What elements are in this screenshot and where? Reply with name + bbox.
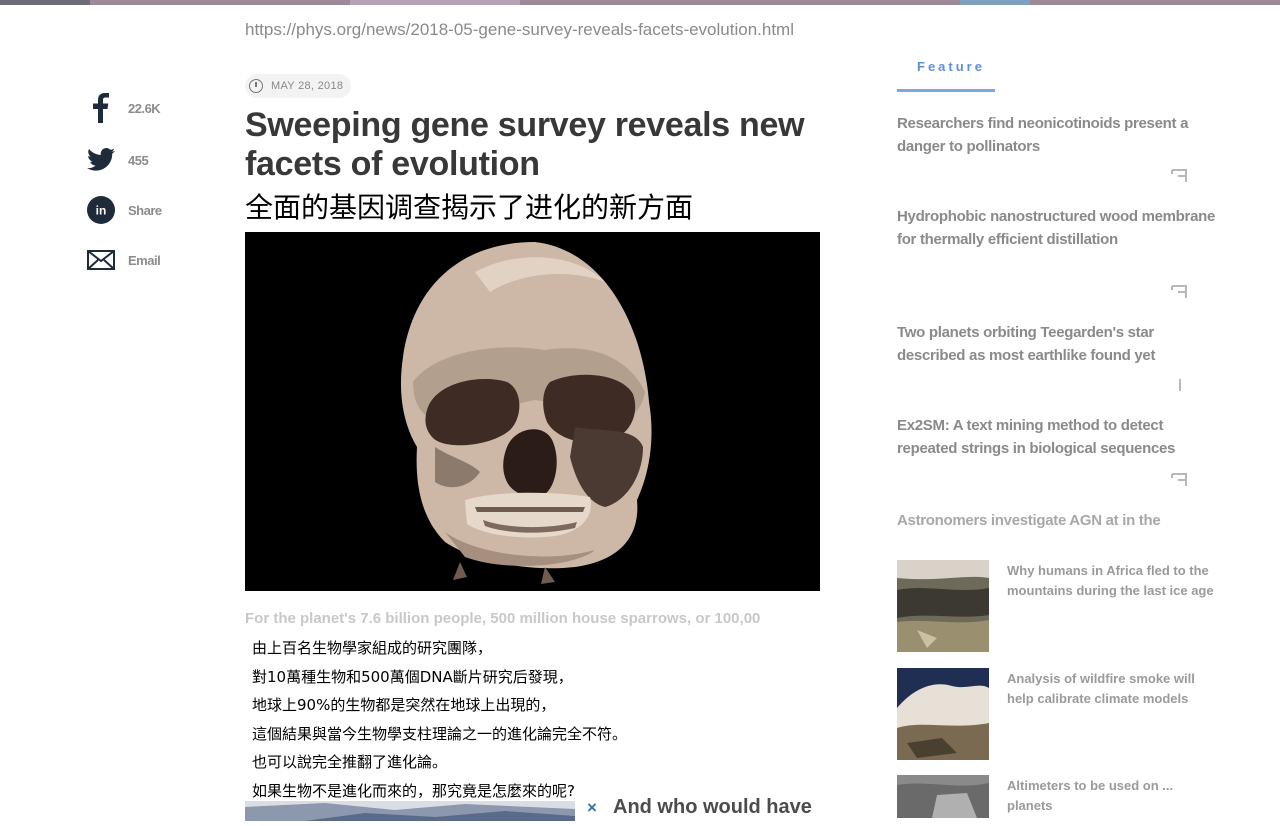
thumbnail-title[interactable]: Altimeters to be used on ... planets <box>1007 776 1217 816</box>
thumbnail-title[interactable]: Analysis of wildfire smoke will help cal… <box>1007 669 1217 709</box>
twitter-count: 455 <box>128 152 149 168</box>
url-text[interactable]: https://phys.org/news/2018-05-gene-surve… <box>245 20 794 40</box>
date-text: MAY 28, 2018 <box>271 80 344 92</box>
chinese-overlay-text: 由上百名生物學家組成的研究團隊， 對10萬種生物和500萬個DNA斷片研究后發現… <box>252 634 627 805</box>
tab-strip-segment <box>350 0 520 5</box>
bookmark-icon[interactable] <box>1170 472 1190 488</box>
image-caption: For the planet's 7.6 billion people, 500… <box>245 610 761 627</box>
linkedin-icon: in <box>86 195 116 225</box>
overlay-line: 也可以說完全推翻了進化論。 <box>252 753 448 771</box>
news-item[interactable]: Two planets orbiting Teegarden's star de… <box>897 322 1217 367</box>
thumbnail-image[interactable] <box>897 668 989 760</box>
tab-featured-label: Feature <box>917 59 985 74</box>
tab-strip-segment <box>960 0 1030 5</box>
facebook-share-button[interactable]: 22.6K <box>86 92 206 124</box>
ad-banner-image[interactable] <box>245 801 575 821</box>
news-item[interactable]: Researchers find neonicotinoids present … <box>897 113 1217 158</box>
news-item[interactable]: Astronomers investigate AGN at in the <box>897 510 1217 533</box>
ad-close-icon[interactable]: × <box>587 798 597 818</box>
linkedin-share-label: Share <box>128 202 162 218</box>
overlay-line: 地球上90%的生物都是突然在地球上出現的， <box>252 696 556 714</box>
bookmark-icon[interactable] <box>1170 168 1190 184</box>
thumbnail-image[interactable] <box>897 560 989 652</box>
facebook-icon <box>86 93 116 123</box>
skull-image <box>245 232 820 591</box>
tab-featured[interactable]: Feature <box>897 55 995 92</box>
svg-text:in: in <box>96 204 107 218</box>
email-share-button[interactable]: Email <box>86 244 206 276</box>
browser-top-strip <box>0 0 1280 5</box>
twitter-icon <box>86 145 116 175</box>
clock-icon <box>249 79 263 93</box>
email-share-label: Email <box>128 252 161 268</box>
tab-strip-segment <box>0 0 90 5</box>
news-item[interactable]: Ex2SM: A text mining method to detect re… <box>897 415 1217 460</box>
news-item[interactable]: Hydrophobic nanostructured wood membrane… <box>897 206 1217 251</box>
ad-headline[interactable]: And who would have <box>613 796 812 819</box>
thumbnail-image[interactable] <box>897 775 989 818</box>
bookmark-icon[interactable] <box>1170 377 1190 393</box>
hero-image <box>245 232 820 591</box>
linkedin-share-button[interactable]: in Share <box>86 194 206 226</box>
thumbnail-title[interactable]: Why humans in Africa fled to the mountai… <box>1007 561 1217 601</box>
overlay-line: 由上百名生物學家組成的研究團隊， <box>252 639 493 657</box>
article-date: MAY 28, 2018 <box>245 74 352 98</box>
overlay-line: 這個結果與當今生物學支柱理論之一的進化論完全不符。 <box>252 724 628 743</box>
article-title-translation: 全面的基因调查揭示了进化的新方面 <box>245 191 694 224</box>
overlay-line: 對10萬種生物和500萬個DNA斷片研究后發現， <box>252 667 573 686</box>
email-icon <box>86 245 116 275</box>
twitter-share-button[interactable]: 455 <box>86 144 206 176</box>
article-title: Sweeping gene survey reveals new facets … <box>245 106 805 183</box>
facebook-count: 22.6K <box>128 100 161 116</box>
bookmark-icon[interactable] <box>1170 284 1190 300</box>
